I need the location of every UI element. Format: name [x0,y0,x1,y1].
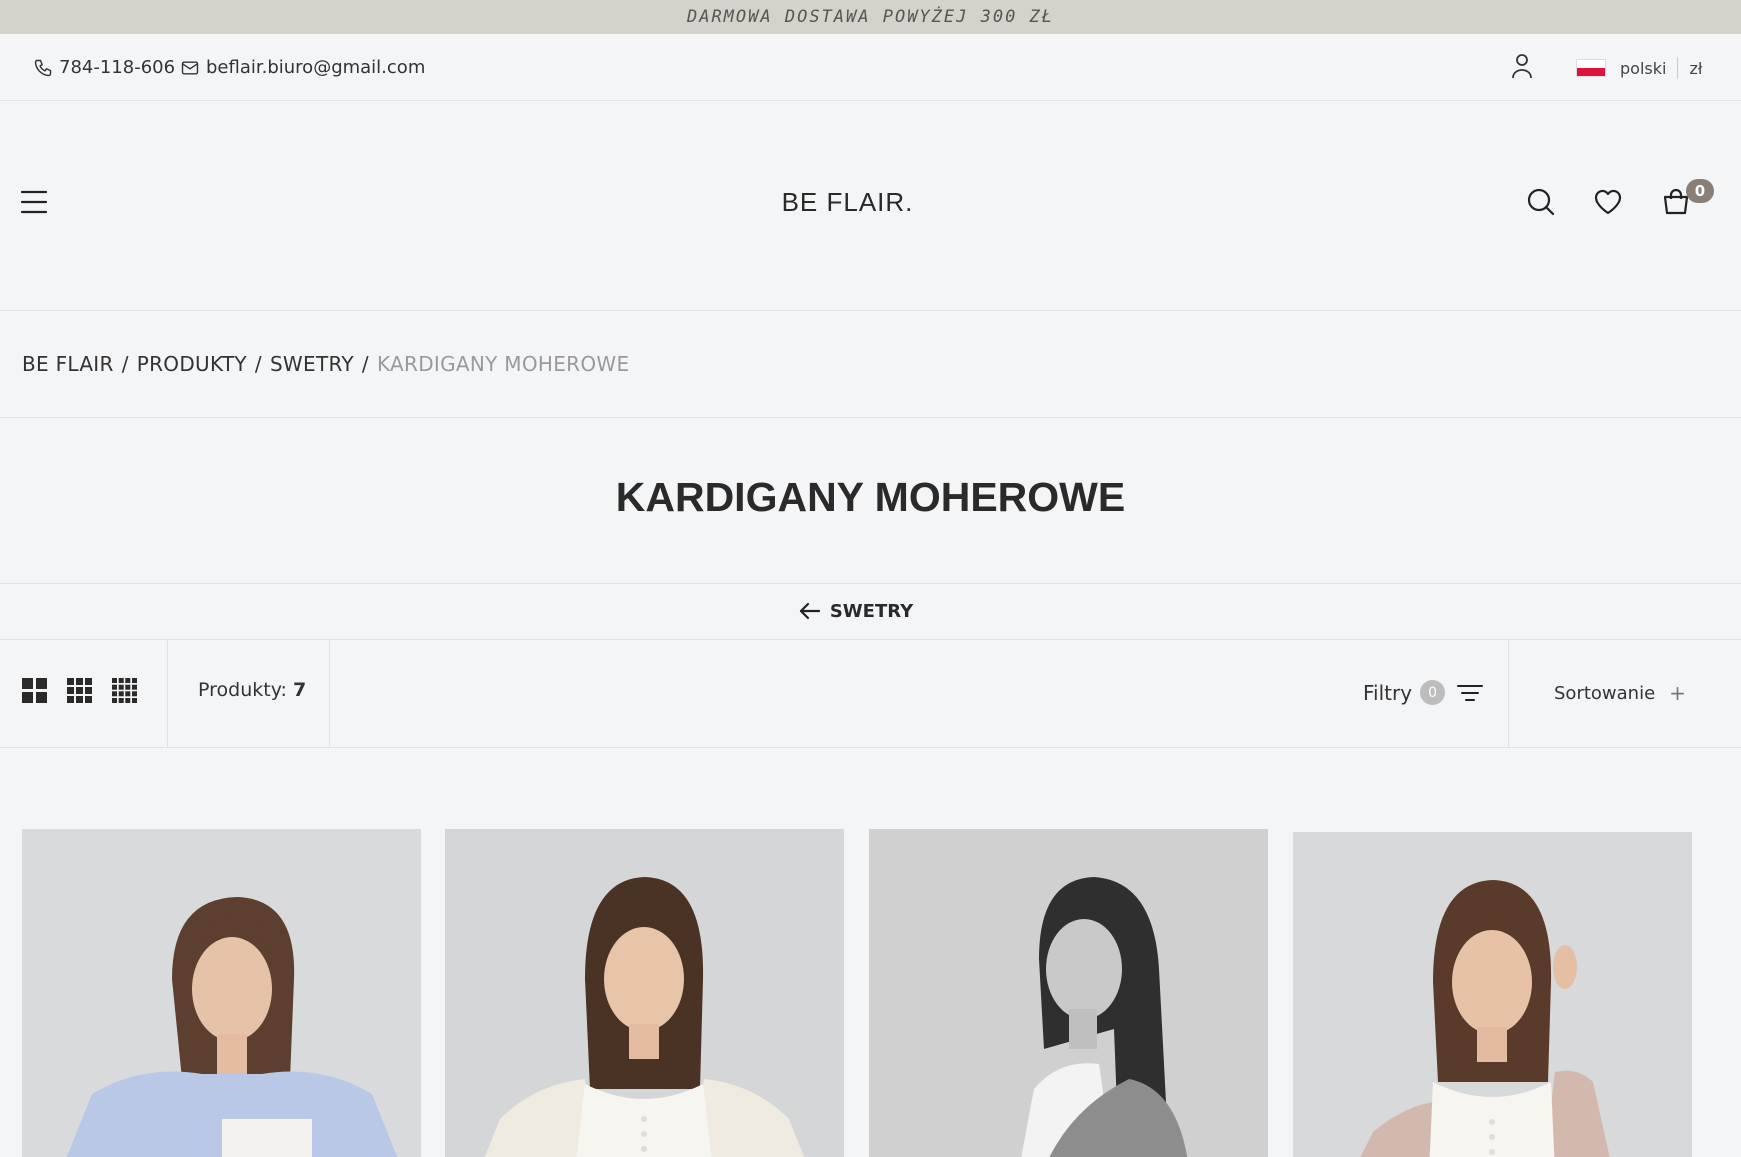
phone-icon [34,59,52,76]
product-image-cream-cardigan [445,829,844,1157]
poland-flag-icon [1576,59,1606,77]
product-image-pink-cardigan [1293,832,1692,1157]
breadcrumb-current: KARDIGANY MOHEROWE [376,352,630,376]
section-divider [0,583,1741,584]
section-divider [0,417,1741,418]
breadcrumb-products[interactable]: PRODUKTY [137,352,247,376]
product-count-value: 7 [293,679,307,701]
breadcrumb: BE FLAIR / PRODUKTY / SWETRY / KARDIGANY… [22,352,629,376]
phone-link[interactable]: 784-118-606 [33,34,175,101]
page-title: KARDIGANY MOHEROWE [615,474,1126,520]
top-bar: 784-118-606 beflair.biuro@gmail.com pols… [0,34,1741,101]
breadcrumb-separator: / [121,352,129,376]
grid-3-columns-icon[interactable] [67,678,92,703]
breadcrumb-sweaters[interactable]: SWETRY [270,352,354,376]
product-card[interactable] [869,829,1268,1157]
breadcrumb-separator: / [254,352,262,376]
product-count: Produkty: 7 [198,679,306,701]
toolbar-divider [329,639,330,748]
product-count-label: Produkty: [198,679,287,701]
back-to-sweaters-link[interactable]: SWETRY [0,598,1712,624]
email-address: beflair.biuro@gmail.com [206,57,426,78]
product-image-grey-cardigan [869,829,1268,1157]
toolbar-divider [1508,639,1509,748]
email-link[interactable]: beflair.biuro@gmail.com [180,34,425,101]
arrow-left-icon [799,602,820,620]
product-image-blue-cardigan [22,829,421,1157]
mail-icon [181,60,199,75]
back-link-label: SWETRY [829,600,914,622]
filters-button[interactable]: Filtry 0 [1363,680,1484,705]
search-icon[interactable] [1526,187,1556,217]
account-icon[interactable] [1510,52,1534,80]
announcement-text: DARMOWA DOSTAWA POWYŻEJ 300 ZŁ [686,7,1055,27]
language-label[interactable]: polski [1620,59,1666,78]
product-card[interactable] [445,829,844,1157]
site-logo[interactable]: BE FLAIR. [0,187,1695,218]
product-card[interactable] [1293,832,1692,1157]
filters-label: Filtry [1363,680,1413,705]
wishlist-icon[interactable] [1593,187,1623,217]
grid-4-columns-icon[interactable] [112,678,137,703]
sort-label: Sortowanie [1554,682,1656,704]
locale-divider [1677,57,1679,79]
product-card[interactable] [22,829,421,1157]
locale-switcher[interactable]: polski zł [1576,57,1702,79]
announcement-bar: DARMOWA DOSTAWA POWYŻEJ 300 ZŁ [0,0,1741,34]
breadcrumb-home[interactable]: BE FLAIR [22,352,114,376]
grid-2-columns-icon[interactable] [22,678,47,703]
currency-label[interactable]: zł [1689,59,1702,78]
site-header: BE FLAIR. [0,101,1741,311]
listing-toolbar: Produkty: 7 Filtry 0 Sortowanie + [0,639,1741,748]
breadcrumb-separator: / [361,352,369,376]
plus-icon: + [1669,681,1686,705]
filter-lines-icon [1457,684,1484,701]
sort-dropdown[interactable]: Sortowanie + [1554,681,1686,705]
toolbar-divider [167,639,168,748]
filters-count-badge: 0 [1420,680,1446,705]
cart-count-badge: 0 [1686,179,1714,203]
phone-number: 784-118-606 [59,57,176,78]
